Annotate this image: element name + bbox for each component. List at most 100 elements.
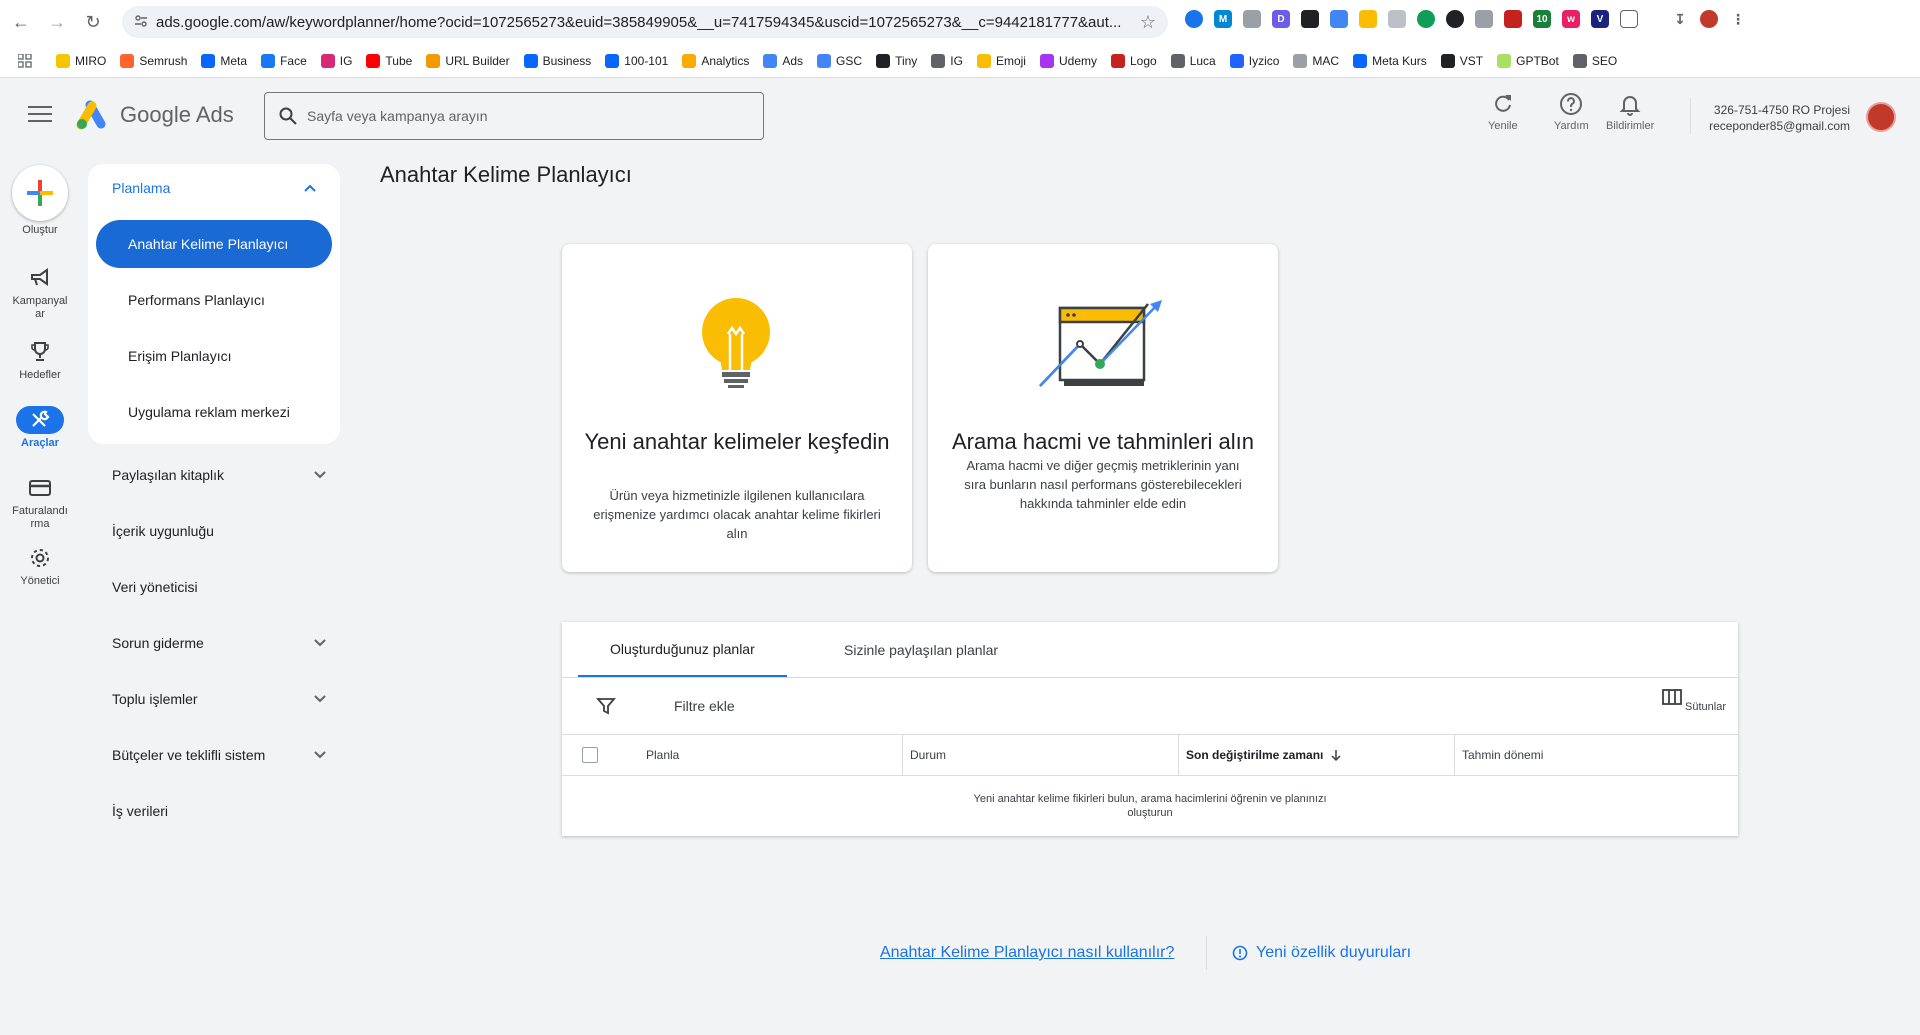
nav-item-performance-planner[interactable]: Performans Planlayıcı	[96, 276, 332, 324]
chevron-up-icon[interactable]	[302, 180, 318, 196]
bookmark-item[interactable]: Meta	[201, 53, 247, 68]
extension-icon[interactable]: M	[1214, 10, 1232, 28]
chevron-down-icon	[314, 695, 326, 703]
bookmark-item[interactable]: 100-101	[605, 53, 668, 68]
puzzle-icon[interactable]	[1620, 10, 1638, 28]
forward-icon[interactable]: →	[42, 7, 72, 37]
bookmark-label: Tiny	[895, 53, 918, 68]
nav-group-shared-library[interactable]: Paylaşılan kitaplık	[112, 467, 328, 483]
bookmark-item[interactable]: Udemy	[1039, 53, 1097, 68]
bookmark-item[interactable]: VST	[1440, 53, 1483, 68]
bookmark-favicon-icon	[682, 53, 697, 68]
bookmark-label: Face	[280, 53, 307, 68]
nav-item-reach-planner[interactable]: Erişim Planlayıcı	[96, 332, 332, 380]
bookmark-item[interactable]: Luca	[1170, 53, 1216, 68]
extension-icon[interactable]: D	[1272, 10, 1290, 28]
bookmark-item[interactable]: SEO	[1572, 53, 1617, 68]
address-bar[interactable]: ads.google.com/aw/keywordplanner/home?oc…	[122, 6, 1168, 38]
column-header-plan[interactable]: Planla	[638, 735, 679, 775]
nav-section-planning[interactable]: Planlama	[112, 180, 170, 196]
bookmark-item[interactable]: MIRO	[56, 53, 106, 68]
create-button[interactable]	[12, 165, 68, 221]
help-button[interactable]: Yardım	[1554, 92, 1589, 132]
download-icon[interactable]: ↧	[1671, 10, 1689, 28]
extension-icon[interactable]	[1446, 10, 1464, 28]
rail-item-tools[interactable]: Araçlar	[0, 406, 80, 450]
nav-group-data-manager[interactable]: Veri yöneticisi	[112, 579, 328, 595]
nav-group-content-suitability[interactable]: İçerik uygunluğu	[112, 523, 328, 539]
nav-group-troubleshooting[interactable]: Sorun giderme	[112, 635, 328, 651]
bookmark-item[interactable]: Iyzico	[1229, 53, 1279, 68]
rail-item-billing[interactable]: Faturalandı rma	[0, 474, 80, 531]
reload-icon[interactable]: ↻	[78, 7, 108, 37]
bookmark-item[interactable]: Semrush	[120, 53, 187, 68]
notifications-button[interactable]: Bildirimler	[1606, 92, 1654, 132]
search-volume-card[interactable]: Arama hacmi ve tahminleri alın Arama hac…	[928, 244, 1278, 572]
column-header-forecast-period[interactable]: Tahmin dönemi	[1454, 735, 1543, 775]
account-info[interactable]: 326-751-4750 RO Projesi receponder85@gma…	[1700, 102, 1850, 134]
extension-icon[interactable]	[1417, 10, 1435, 28]
bookmark-item[interactable]: IG	[931, 53, 963, 68]
extension-icon[interactable]	[1359, 10, 1377, 28]
extension-icon[interactable]	[1388, 10, 1406, 28]
nav-item-keyword-planner[interactable]: Anahtar Kelime Planlayıcı	[96, 220, 332, 268]
back-icon[interactable]: ←	[6, 7, 36, 37]
bookmark-item[interactable]: Logo	[1111, 53, 1157, 68]
bookmark-item[interactable]: Analytics	[682, 53, 749, 68]
bookmark-item[interactable]: GSC	[817, 53, 862, 68]
avatar[interactable]	[1866, 102, 1896, 132]
extension-icon[interactable]	[1243, 10, 1261, 28]
google-ads-logo-icon	[76, 100, 106, 130]
apps-grid-icon[interactable]	[18, 53, 32, 68]
filter-icon[interactable]	[596, 696, 616, 716]
extension-badge-icon[interactable]: 10	[1533, 10, 1551, 28]
menu-icon[interactable]	[28, 106, 52, 124]
bookmark-item[interactable]: URL Builder	[426, 53, 510, 68]
columns-label: Sütunlar	[1685, 701, 1726, 713]
rail-item-campaigns[interactable]: Kampanyal ar	[0, 264, 80, 321]
bookmark-item[interactable]: Emoji	[976, 53, 1026, 68]
rail-item-goals[interactable]: Hedefler	[0, 338, 80, 382]
rail-item-admin[interactable]: Yönetici	[0, 544, 80, 588]
bookmark-item[interactable]: Business	[523, 53, 591, 68]
account-email: receponder85@gmail.com	[1709, 119, 1850, 133]
card-title: Arama hacmi ve tahminleri alın	[951, 429, 1254, 454]
column-header-status[interactable]: Durum	[902, 735, 946, 775]
add-filter-button[interactable]: Filtre ekle	[674, 698, 735, 714]
bookmark-item[interactable]: Ads	[763, 53, 803, 68]
tab-shared-plans[interactable]: Sizinle paylaşılan planlar	[812, 622, 1030, 678]
column-header-last-modified[interactable]: Son değiştirilme zamanı	[1178, 735, 1343, 775]
columns-button[interactable]: Sütunlar	[1662, 688, 1726, 713]
search-input[interactable]: Sayfa veya kampanya arayın	[264, 92, 764, 140]
refresh-button[interactable]: Yenile	[1488, 92, 1518, 132]
bookmark-item[interactable]: IG	[320, 53, 352, 68]
planning-nav-card: Planlama Anahtar Kelime Planlayıcı Perfo…	[88, 164, 340, 444]
site-settings-icon[interactable]	[134, 14, 148, 28]
extension-icon[interactable]	[1185, 10, 1203, 28]
empty-state-message: Yeni anahtar kelime fikirleri bulun, ara…	[973, 793, 1327, 819]
extension-icon[interactable]: V	[1591, 10, 1609, 28]
nav-group-budgets-bidding[interactable]: Bütçeler ve teklifli sistem	[112, 747, 328, 763]
how-to-use-link[interactable]: Anahtar Kelime Planlayıcı nasıl kullanıl…	[880, 944, 1174, 962]
extension-icon[interactable]	[1475, 10, 1493, 28]
bookmark-item[interactable]: Meta Kurs	[1353, 53, 1427, 68]
bookmark-star-icon[interactable]: ☆	[1140, 12, 1156, 33]
profile-avatar-icon[interactable]	[1700, 10, 1718, 28]
extension-icon[interactable]	[1504, 10, 1522, 28]
nav-group-bulk-actions[interactable]: Toplu işlemler	[112, 691, 328, 707]
extension-icon[interactable]: w	[1562, 10, 1580, 28]
tab-created-plans[interactable]: Oluşturduğunuz planlar	[578, 622, 787, 678]
bookmark-item[interactable]: Tube	[366, 53, 412, 68]
bookmark-item[interactable]: GPTBot	[1497, 53, 1559, 68]
bookmark-item[interactable]: Tiny	[876, 53, 918, 68]
extension-icon[interactable]	[1301, 10, 1319, 28]
bookmark-item[interactable]: Face	[261, 53, 307, 68]
nav-group-business-data[interactable]: İş verileri	[112, 803, 328, 819]
nav-item-app-ads-hub[interactable]: Uygulama reklam merkezi	[96, 388, 332, 436]
select-all-checkbox[interactable]	[582, 747, 598, 763]
feature-announcements-link[interactable]: Yeni özellik duyuruları	[1232, 944, 1411, 962]
menu-dots-icon[interactable]: ⋮	[1729, 10, 1747, 28]
bookmark-item[interactable]: MAC	[1293, 53, 1339, 68]
discover-keywords-card[interactable]: Yeni anahtar kelimeler keşfedin Ürün vey…	[562, 244, 912, 572]
extension-icon[interactable]	[1330, 10, 1348, 28]
